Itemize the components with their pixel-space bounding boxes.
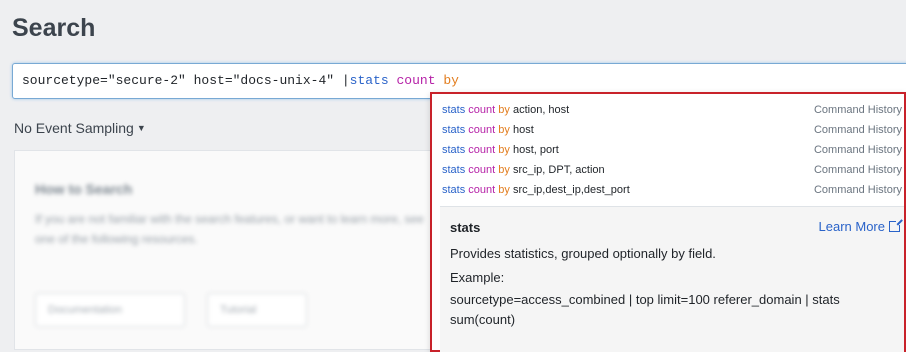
- suggestion-text: stats count by action, host: [442, 104, 570, 116]
- how-to-search-body: If you are not familiar with the search …: [35, 212, 424, 246]
- help-example-text: sourcetype=access_combined | top limit=1…: [450, 292, 840, 327]
- suggestion-text: stats count by host: [442, 124, 534, 136]
- suggestion-item[interactable]: stats count by host, port Command Histor…: [432, 140, 904, 160]
- autocomplete-dropdown: stats count by action, host Command Hist…: [430, 92, 906, 352]
- query-function: count: [396, 73, 436, 88]
- suggestion-item[interactable]: stats count by src_ip,dest_ip,dest_port …: [432, 180, 904, 200]
- documentation-button[interactable]: Documentation: [35, 293, 185, 327]
- external-link-icon: [889, 219, 902, 232]
- query-plain: sourcetype="secure-2" host="docs-unix-4"…: [22, 73, 350, 88]
- suggestion-text: stats count by src_ip, DPT, action: [442, 164, 605, 176]
- command-help-panel: stats Learn More Provides statistics, gr…: [440, 206, 904, 352]
- suggestion-text: stats count by host, port: [442, 144, 559, 156]
- suggestion-text: stats count by src_ip,dest_ip,dest_port: [442, 184, 630, 196]
- divider: [440, 206, 904, 207]
- help-description: Provides statistics, grouped optionally …: [450, 246, 716, 261]
- suggestion-item[interactable]: stats count by src_ip, DPT, action Comma…: [432, 160, 904, 180]
- suggestion-source: Command History: [813, 144, 902, 156]
- how-to-search-title: How to Search: [35, 181, 133, 197]
- search-query-text[interactable]: sourcetype="secure-2" host="docs-unix-4"…: [22, 73, 459, 88]
- suggestion-item[interactable]: stats count by action, host Command Hist…: [432, 100, 904, 120]
- learn-more-link[interactable]: Learn More: [819, 219, 902, 234]
- query-command: stats: [349, 73, 389, 88]
- event-sampling-label: No Event Sampling: [14, 120, 134, 136]
- suggestion-list: stats count by action, host Command Hist…: [432, 100, 904, 200]
- suggestion-source: Command History: [813, 124, 902, 136]
- tutorial-button[interactable]: Tutorial: [207, 293, 307, 327]
- suggestion-item[interactable]: stats count by host Command History: [432, 120, 904, 140]
- caret-down-icon: ▼: [136, 123, 146, 133]
- help-command-name: stats: [450, 220, 481, 235]
- suggestion-source: Command History: [813, 184, 902, 196]
- query-by-keyword: by: [443, 73, 459, 88]
- event-sampling-dropdown[interactable]: No Event Sampling ▼: [14, 120, 146, 136]
- help-example-label: Example:: [450, 270, 505, 285]
- suggestion-source: Command History: [813, 164, 902, 176]
- page-title: Search: [12, 14, 96, 42]
- suggestion-source: Command History: [813, 104, 902, 116]
